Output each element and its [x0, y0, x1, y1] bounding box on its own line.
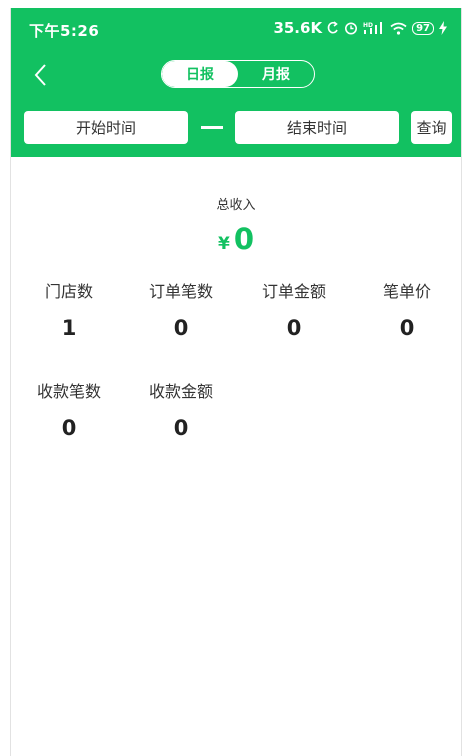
- sync-icon: [327, 21, 339, 35]
- tab-monthly-report[interactable]: 月报: [238, 61, 314, 87]
- date-range-separator: [201, 126, 223, 129]
- stat-label: 笔单价: [382, 282, 431, 301]
- chevron-left-icon: [34, 64, 46, 86]
- total-income-label: 总收入: [216, 198, 256, 213]
- status-bar: 下午5:26 35.6K HD 97: [11, 8, 461, 48]
- report-type-toggle: 日报 月报: [161, 60, 315, 88]
- alarm-icon: [344, 21, 358, 35]
- charging-icon: [439, 21, 447, 35]
- stat-payment-count: 收款笔数 0: [13, 380, 125, 440]
- total-income-amount: 0: [233, 222, 255, 256]
- start-time-picker[interactable]: 开始时间: [24, 111, 188, 144]
- svg-text:HD: HD: [363, 22, 373, 29]
- wifi-icon: [390, 22, 407, 35]
- app-frame: 下午5:26 35.6K HD 97 日报 月报 开始时间 结束时间 查询 总收…: [10, 8, 462, 756]
- stat-store-count: 门店数 1: [13, 280, 125, 340]
- network-speed: 35.6K: [273, 19, 323, 37]
- stat-order-amount: 订单金额 0: [238, 280, 350, 340]
- stat-value: 0: [173, 416, 189, 440]
- battery-icon: 97: [412, 21, 434, 35]
- stat-label: 收款笔数: [36, 382, 101, 401]
- stat-label: 收款金额: [148, 382, 213, 401]
- query-button[interactable]: 查询: [411, 111, 452, 144]
- stat-value: 1: [61, 316, 77, 340]
- status-icons: 35.6K HD 97: [273, 19, 447, 37]
- back-button[interactable]: [25, 60, 55, 90]
- stat-value: 0: [286, 316, 302, 340]
- stat-label: 门店数: [44, 282, 93, 301]
- stat-payment-amount: 收款金额 0: [125, 380, 237, 440]
- stat-value: 0: [61, 416, 77, 440]
- stat-label: 订单笔数: [148, 282, 213, 301]
- total-income-value: ¥0: [11, 222, 461, 256]
- currency-symbol: ¥: [217, 234, 230, 254]
- status-time: 下午5:26: [29, 22, 100, 40]
- hd-signal-icon: HD: [363, 21, 385, 35]
- end-time-picker[interactable]: 结束时间: [235, 111, 399, 144]
- header: 下午5:26 35.6K HD 97 日报 月报 开始时间 结束时间 查询: [11, 8, 461, 157]
- stat-order-count: 订单笔数 0: [125, 280, 237, 340]
- stat-value: 0: [399, 316, 415, 340]
- stat-avg-order-price: 笔单价 0: [351, 280, 461, 340]
- stat-label: 订单金额: [261, 282, 326, 301]
- stat-value: 0: [173, 316, 189, 340]
- tab-daily-report[interactable]: 日报: [162, 61, 238, 87]
